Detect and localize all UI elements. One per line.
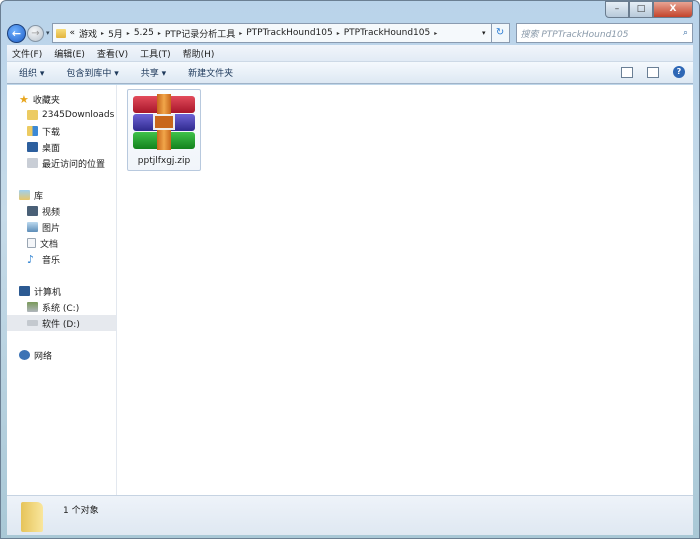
sidebar-label: 网络 xyxy=(34,351,53,362)
organize-button[interactable]: 组织 ▾ xyxy=(19,66,44,79)
folder-icon xyxy=(55,28,66,38)
breadcrumb-separator-icon[interactable]: ▸ xyxy=(158,30,161,37)
sidebar-item-2345downloads[interactable]: 2345Downloads xyxy=(7,107,116,123)
sidebar-item-label: 图片 xyxy=(42,223,61,234)
refresh-button[interactable]: ↻ xyxy=(491,23,510,43)
desktop-icon xyxy=(27,142,38,152)
address-bar[interactable]: « 游戏 ▸ 5月 ▸ 5.25 ▸ PTP记录分析工具 ▸ PTPTrackHound… xyxy=(51,23,492,43)
search-input[interactable]: 搜索 PTPTrackHound105 ⌕ xyxy=(515,23,693,43)
breadcrumb-item[interactable]: 5月 xyxy=(108,27,123,40)
library-icon xyxy=(19,190,30,200)
recent-places-icon xyxy=(27,158,38,168)
back-button[interactable]: ← xyxy=(7,23,26,43)
sidebar-computer[interactable]: 计算机 xyxy=(7,283,116,299)
music-icon: ♪ xyxy=(27,252,35,266)
navigation-pane: ★ 收藏夹 2345Downloads 下载 桌面 最近访问的位置 库 视频 图片… xyxy=(7,85,117,495)
sidebar-item-label: 视频 xyxy=(42,207,61,218)
folder-icon xyxy=(21,502,43,532)
sidebar-label: 计算机 xyxy=(34,287,62,298)
sidebar-item-videos[interactable]: 视频 xyxy=(7,203,116,219)
menu-tools[interactable]: 工具(T) xyxy=(140,47,171,60)
sidebar-item-drive-c[interactable]: 系统 (C:) xyxy=(7,299,116,315)
network-icon xyxy=(19,350,30,360)
menu-view[interactable]: 查看(V) xyxy=(97,47,128,60)
system-drive-icon xyxy=(27,302,38,312)
video-icon xyxy=(27,206,38,216)
sidebar-item-music[interactable]: ♪ 音乐 xyxy=(7,251,116,267)
sidebar-item-pictures[interactable]: 图片 xyxy=(7,219,116,235)
minimize-button[interactable]: – xyxy=(605,1,629,18)
breadcrumb-item[interactable]: PTP记录分析工具 xyxy=(165,27,235,40)
caption-buttons: – □ X xyxy=(605,1,693,18)
search-icon[interactable]: ⌕ xyxy=(683,28,688,38)
breadcrumb-separator-icon[interactable]: ▸ xyxy=(127,30,130,37)
sidebar-item-label: 下载 xyxy=(42,127,61,138)
sidebar-item-label: 最近访问的位置 xyxy=(42,159,106,170)
sidebar-item-label: 软件 (D:) xyxy=(42,319,80,330)
sidebar-item-label: 桌面 xyxy=(42,143,61,154)
sidebar-item-downloads[interactable]: 下载 xyxy=(7,123,116,139)
breadcrumb-separator-icon[interactable]: ▸ xyxy=(239,30,242,37)
change-view-icon[interactable] xyxy=(621,66,633,78)
breadcrumb-separator-icon[interactable]: ▸ xyxy=(434,30,437,37)
menu-edit[interactable]: 编辑(E) xyxy=(54,47,85,60)
share-button[interactable]: 共享 ▾ xyxy=(141,66,166,79)
include-in-library-button[interactable]: 包含到库中 ▾ xyxy=(66,66,118,79)
computer-icon xyxy=(19,286,30,296)
downloads-icon xyxy=(27,126,38,136)
sidebar-item-label: 系统 (C:) xyxy=(42,303,80,314)
breadcrumb-item[interactable]: 5.25 xyxy=(134,28,154,38)
file-item[interactable]: pptjlfxgj.zip xyxy=(127,89,201,171)
item-count: 1 个对象 xyxy=(63,506,99,516)
menu-help[interactable]: 帮助(H) xyxy=(183,47,215,60)
breadcrumb-separator-icon[interactable]: ▸ xyxy=(101,30,104,37)
content-area: ★ 收藏夹 2345Downloads 下载 桌面 最近访问的位置 库 视频 图片… xyxy=(7,85,693,495)
address-dropdown-icon[interactable]: ▾ xyxy=(477,29,491,37)
drive-icon xyxy=(27,320,38,326)
file-list: pptjlfxgj.zip xyxy=(117,85,693,495)
details-pane: 1 个对象 xyxy=(7,495,693,535)
sidebar-item-label: 文档 xyxy=(40,239,59,250)
forward-button[interactable]: → xyxy=(27,24,44,42)
sidebar-item-label: 音乐 xyxy=(42,255,61,266)
sidebar-item-label: 2345Downloads xyxy=(42,110,115,120)
star-icon: ★ xyxy=(19,92,29,106)
documents-icon xyxy=(27,238,36,248)
close-button[interactable]: X xyxy=(653,1,693,18)
menu-bar: 文件(F) 编辑(E) 查看(V) 工具(T) 帮助(H) xyxy=(7,45,693,62)
winrar-archive-icon xyxy=(133,94,195,150)
preview-pane-icon[interactable] xyxy=(647,66,659,78)
sidebar-item-documents[interactable]: 文档 xyxy=(7,235,116,251)
breadcrumb-separator-icon[interactable]: ▸ xyxy=(337,30,340,37)
maximize-button[interactable]: □ xyxy=(629,1,653,18)
sidebar-item-drive-d[interactable]: 软件 (D:) xyxy=(7,315,116,331)
sidebar-label: 收藏夹 xyxy=(32,95,60,106)
folder-icon xyxy=(27,110,38,120)
recent-pages-dropdown[interactable]: ▾ xyxy=(46,29,50,37)
file-name: pptjlfxgj.zip xyxy=(137,156,191,166)
command-bar: 组织 ▾ 包含到库中 ▾ 共享 ▾ 新建文件夹 ? xyxy=(7,62,693,84)
sidebar-libraries[interactable]: 库 xyxy=(7,187,116,203)
breadcrumb-item[interactable]: PTPTrackHound105 xyxy=(344,28,430,38)
sidebar-item-recent-places[interactable]: 最近访问的位置 xyxy=(7,155,116,171)
menu-file[interactable]: 文件(F) xyxy=(12,47,42,60)
search-placeholder: 搜索 PTPTrackHound105 xyxy=(520,29,629,40)
pictures-icon xyxy=(27,222,38,232)
breadcrumb-item[interactable]: PTPTrackHound105 xyxy=(246,28,332,38)
sidebar-favorites[interactable]: ★ 收藏夹 xyxy=(7,91,116,107)
help-icon[interactable]: ? xyxy=(673,66,685,78)
sidebar-network[interactable]: 网络 xyxy=(7,347,116,363)
address-overflow[interactable]: « xyxy=(70,28,76,38)
navigation-bar: ← → ▾ « 游戏 ▸ 5月 ▸ 5.25 ▸ PTP记录分析工具 ▸ PTPTrac… xyxy=(7,23,693,43)
breadcrumb-item[interactable]: 游戏 xyxy=(79,27,97,40)
explorer-window: – □ X ← → ▾ « 游戏 ▸ 5月 ▸ 5.25 ▸ PTP记录分析工具 ▸ P… xyxy=(0,0,700,539)
sidebar-item-desktop[interactable]: 桌面 xyxy=(7,139,116,155)
sidebar-label: 库 xyxy=(34,191,44,202)
new-folder-button[interactable]: 新建文件夹 xyxy=(188,66,233,79)
